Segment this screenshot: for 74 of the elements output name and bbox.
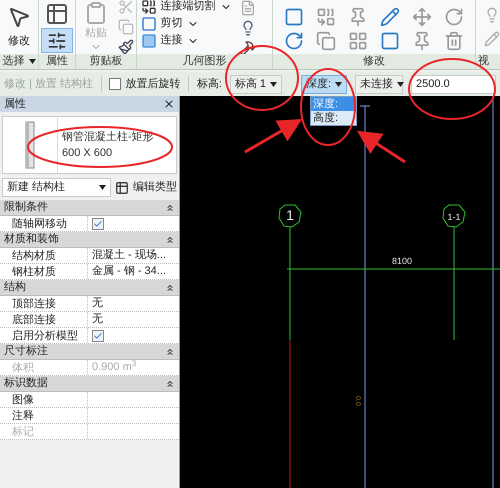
panel-label[interactable]: 修改 — [363, 54, 386, 69]
property-label: 标记 — [0, 424, 88, 439]
collapse-icon — [165, 346, 175, 356]
instance-dropdown[interactable]: 新建 结构柱 — [2, 178, 111, 197]
caret-icon — [397, 82, 404, 86]
geometry-tool-button[interactable]: 连接端切割 — [140, 0, 232, 16]
modify-tool-icon[interactable] — [316, 31, 336, 52]
sliders-icon — [47, 30, 68, 51]
type-size: 600 X 600 — [62, 146, 114, 161]
join-icon — [140, 0, 157, 15]
group-header[interactable]: 材质和装饰 — [0, 232, 179, 248]
property-checkbox[interactable] — [92, 330, 104, 342]
caret-icon — [335, 82, 342, 86]
close-icon[interactable] — [163, 98, 175, 110]
group-header[interactable]: 标识数据 — [0, 376, 179, 392]
dropdown-option[interactable]: 高度: — [311, 111, 356, 125]
collapse-icon — [165, 378, 175, 388]
modify-tool-icon[interactable] — [284, 31, 304, 52]
collapse-icon — [165, 282, 175, 292]
rotate-checkbox[interactable] — [109, 78, 122, 90]
table-icon — [45, 2, 70, 26]
modify-tool-icon[interactable] — [444, 31, 464, 52]
level-label: 标高: — [196, 76, 222, 92]
rotate-label: 放置后旋转 — [125, 76, 180, 92]
property-label: 随轴网移动 — [0, 216, 88, 231]
shape-icon — [140, 32, 157, 49]
modify-tool-icon[interactable] — [316, 7, 336, 28]
annotation-arrow — [244, 119, 302, 154]
property-value[interactable]: 混凝土 - 现场... — [92, 247, 166, 264]
collapse-icon — [165, 202, 175, 212]
geometry-tool-button[interactable]: 剪切 — [140, 15, 232, 32]
modify-tool-icon[interactable] — [380, 7, 400, 28]
level-dropdown[interactable]: 标高 1 — [230, 74, 282, 94]
modify-tool-icon[interactable] — [348, 31, 368, 52]
property-label: 注释 — [0, 408, 88, 423]
shape-icon — [140, 16, 157, 32]
property-label: 顶部连接 — [0, 296, 88, 311]
modify-tool-icon[interactable] — [380, 31, 400, 52]
modify-tool-button[interactable]: 修改 — [1, 2, 38, 52]
annotation-arrow — [356, 130, 406, 164]
context-label: 修改 | 放置 结构柱 — [4, 76, 94, 92]
dimension-value: 8100 — [392, 256, 412, 266]
property-value[interactable]: 无 — [92, 295, 103, 312]
group-header[interactable]: 限制条件 — [0, 200, 179, 216]
group-header[interactable]: 尺寸标注 — [0, 344, 179, 360]
caret-icon — [28, 59, 36, 64]
property-label: 体积 — [0, 360, 88, 375]
property-label: 图像 — [0, 392, 88, 407]
grid-label: 1 — [286, 207, 294, 223]
group-header[interactable]: 结构 — [0, 280, 179, 296]
column-icon — [23, 120, 37, 170]
table-icon — [115, 180, 129, 194]
properties-button[interactable] — [41, 28, 74, 54]
property-label: 钢柱材质 — [0, 264, 88, 279]
modify-tool-icon[interactable] — [284, 7, 304, 28]
property-value[interactable]: 金属 - 钢 - 34... — [92, 263, 166, 280]
property-value[interactable]: 无 — [92, 311, 103, 328]
connection-dropdown[interactable]: 未连接 — [355, 74, 403, 94]
caret-icon — [99, 185, 106, 190]
pencil-icon[interactable] — [484, 31, 500, 48]
geometry-tool-button[interactable]: 连接 — [140, 32, 232, 50]
property-checkbox[interactable] — [92, 218, 104, 230]
modify-tool-icon[interactable] — [412, 7, 432, 28]
height-field[interactable]: 2500.0 — [411, 74, 496, 94]
caret-icon — [270, 82, 278, 86]
modify-tool-icon[interactable] — [444, 7, 464, 28]
brush-icon[interactable] — [118, 39, 134, 54]
property-label: 底部连接 — [0, 312, 88, 327]
property-label: 结构材质 — [0, 248, 88, 263]
property-label: 启用分析模型 — [0, 328, 88, 343]
collapse-icon — [165, 234, 175, 244]
panel-title: 属性 — [4, 96, 26, 112]
edit-type-button[interactable]: 编辑类型 — [115, 179, 177, 196]
grid-label: 1-1 — [448, 212, 460, 222]
